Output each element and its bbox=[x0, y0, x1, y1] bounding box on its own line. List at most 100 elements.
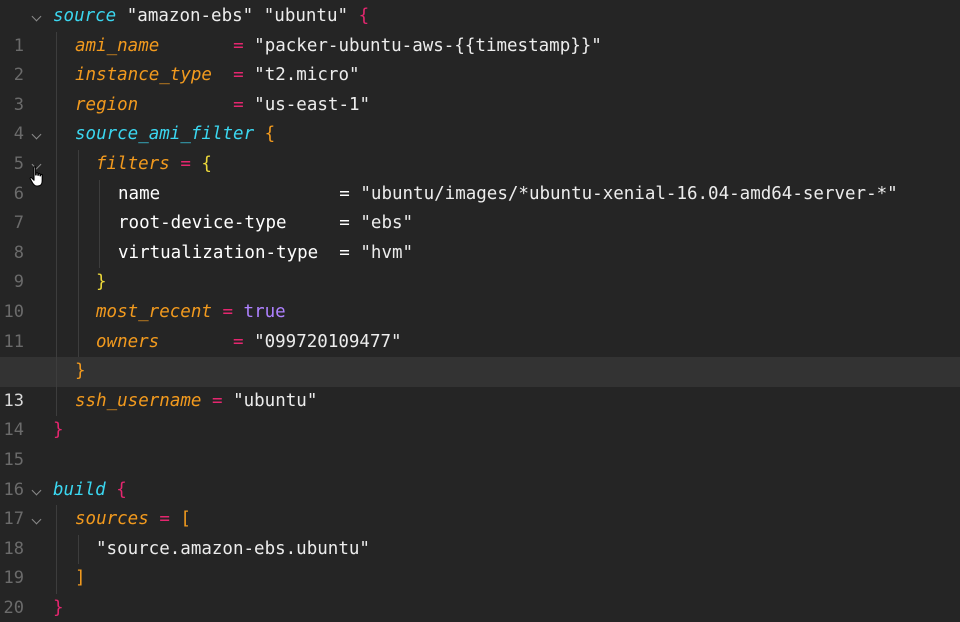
fold-chevron-icon[interactable] bbox=[31, 11, 42, 22]
string-literal: "ebs" bbox=[360, 213, 414, 234]
code-text: virtualization-type = "hvm" bbox=[118, 239, 413, 269]
code-line[interactable]: 12 owners = "099720109477" bbox=[0, 327, 960, 381]
operator: = bbox=[222, 302, 233, 322]
property-key: sources bbox=[75, 509, 149, 530]
code-text: instance_type = "t2.micro" bbox=[75, 61, 360, 91]
fold-chevron-icon[interactable] bbox=[31, 129, 42, 140]
fold-chevron-icon[interactable] bbox=[31, 514, 42, 525]
code-line[interactable]: 18 sources = [ bbox=[0, 505, 960, 559]
operator: = bbox=[159, 509, 170, 530]
indent-guide bbox=[78, 268, 79, 298]
string-literal: "099720109477" bbox=[254, 331, 402, 352]
code-line[interactable]: 20 ] bbox=[0, 564, 960, 618]
operator: = bbox=[233, 94, 244, 115]
code-text: } bbox=[75, 357, 86, 387]
indent-guide bbox=[99, 209, 100, 239]
operator: = bbox=[339, 183, 350, 204]
indent-guide bbox=[56, 327, 57, 358]
string-literal: "source.amazon-ebs.ubuntu" bbox=[96, 538, 370, 559]
block-keyword: build bbox=[53, 479, 106, 500]
code-line[interactable]: 4 region = "us-east-1" bbox=[0, 90, 960, 144]
indent-guide bbox=[78, 327, 79, 358]
string-literal: "t2.micro" bbox=[254, 65, 360, 86]
operator: = bbox=[339, 242, 350, 263]
property-key: owners bbox=[96, 331, 160, 352]
brace: { bbox=[358, 6, 370, 26]
code-text: source "amazon-ebs" "ubuntu" { bbox=[53, 2, 369, 32]
string-literal: "ubuntu" bbox=[233, 390, 318, 411]
code-line[interactable]: 16 bbox=[0, 446, 960, 500]
indent-guide bbox=[56, 31, 57, 62]
string-literal: "amazon-ebs" bbox=[126, 6, 254, 26]
property-key: name bbox=[118, 183, 161, 204]
code-line[interactable]: 15 } bbox=[0, 416, 960, 470]
operator: = bbox=[339, 213, 350, 234]
indent-guide bbox=[99, 179, 100, 210]
string-literal: "hvm" bbox=[360, 242, 414, 263]
code-text: sources = [ bbox=[75, 505, 191, 535]
code-line[interactable]: 9 virtualization-type = "hvm" bbox=[0, 238, 960, 292]
indent-guide bbox=[56, 357, 57, 387]
indent-guide bbox=[56, 209, 57, 239]
code-line[interactable]: 10 } bbox=[0, 268, 960, 322]
code-text: } bbox=[53, 594, 64, 622]
string-literal: "ubuntu/images/*ubuntu-xenial-16.04-amd6… bbox=[360, 183, 898, 204]
property-key: virtualization-type bbox=[118, 242, 319, 263]
code-line[interactable]: 1 source "amazon-ebs" "ubuntu" { bbox=[0, 2, 960, 56]
property-key: ami_name bbox=[75, 35, 160, 56]
code-text: filters = { bbox=[96, 150, 212, 180]
indent-guide bbox=[78, 150, 79, 180]
indent-guide bbox=[56, 238, 57, 269]
indent-guide bbox=[56, 120, 57, 150]
code-line[interactable]: 6 filters = { bbox=[0, 150, 960, 204]
fold-chevron-icon[interactable] bbox=[31, 485, 42, 496]
brace: } bbox=[53, 598, 64, 618]
brace: { bbox=[116, 479, 127, 500]
indent-guide bbox=[56, 90, 57, 121]
code-line[interactable]: 14 ssh_username = "ubuntu" bbox=[0, 386, 960, 440]
indent-guide bbox=[78, 534, 79, 565]
code-text: most_recent = true bbox=[96, 298, 286, 328]
bracket: ] bbox=[75, 568, 86, 589]
code-text: source_ami_filter { bbox=[75, 120, 275, 150]
indent-guide bbox=[56, 298, 57, 328]
code-text: ssh_username = "ubuntu" bbox=[75, 387, 317, 417]
hand-pointer-icon bbox=[29, 166, 43, 187]
code-line[interactable]: 3 instance_type = "t2.micro" bbox=[0, 61, 960, 115]
indent-guide bbox=[56, 150, 57, 180]
code-line[interactable]: 21 } bbox=[0, 594, 960, 622]
block-keyword: source_ami_filter bbox=[75, 124, 255, 145]
indent-guide bbox=[56, 179, 57, 210]
brace: { bbox=[264, 124, 276, 145]
property-key: most_recent bbox=[96, 302, 212, 322]
string-literal: "ubuntu" bbox=[263, 6, 349, 26]
indent-guide bbox=[56, 505, 57, 535]
brace: { bbox=[201, 154, 212, 174]
block-keyword: source bbox=[53, 6, 117, 26]
code-text: build { bbox=[53, 476, 127, 506]
indent-guide bbox=[78, 209, 79, 239]
code-text: ami_name = "packer-ubuntu-aws-{{timestam… bbox=[75, 32, 602, 62]
code-text: ] bbox=[75, 564, 86, 594]
code-text: name = "ubuntu/images/*ubuntu-xenial-16.… bbox=[118, 180, 898, 210]
indent-guide bbox=[56, 386, 57, 417]
code-text: owners = "099720109477" bbox=[96, 328, 402, 358]
code-line[interactable]: 19 "source.amazon-ebs.ubuntu" bbox=[0, 534, 960, 588]
code-line[interactable]: 11 most_recent = true bbox=[0, 298, 960, 352]
operator: = bbox=[211, 390, 223, 411]
property-key: filters bbox=[96, 154, 170, 174]
code-line[interactable]: 5 source_ami_filter { bbox=[0, 120, 960, 174]
operator: = bbox=[180, 154, 191, 174]
indent-guide bbox=[56, 564, 57, 594]
indent-guide bbox=[56, 268, 57, 298]
brace: } bbox=[96, 272, 107, 293]
code-line-current[interactable]: 13 } bbox=[0, 357, 960, 411]
code-line[interactable]: 7 name = "ubuntu/images/*ubuntu-xenial-1… bbox=[0, 179, 960, 233]
indent-guide bbox=[99, 238, 100, 269]
code-line[interactable]: 2 ami_name = "packer-ubuntu-aws-{{timest… bbox=[0, 31, 960, 85]
code-line[interactable]: 17 build { bbox=[0, 476, 960, 530]
bracket: [ bbox=[180, 509, 191, 530]
property-key: ssh_username bbox=[75, 390, 202, 411]
code-line[interactable]: 8 root-device-type = "ebs" bbox=[0, 209, 960, 263]
code-editor[interactable]: 1 source "amazon-ebs" "ubuntu" { 2 ami_n… bbox=[0, 0, 960, 622]
